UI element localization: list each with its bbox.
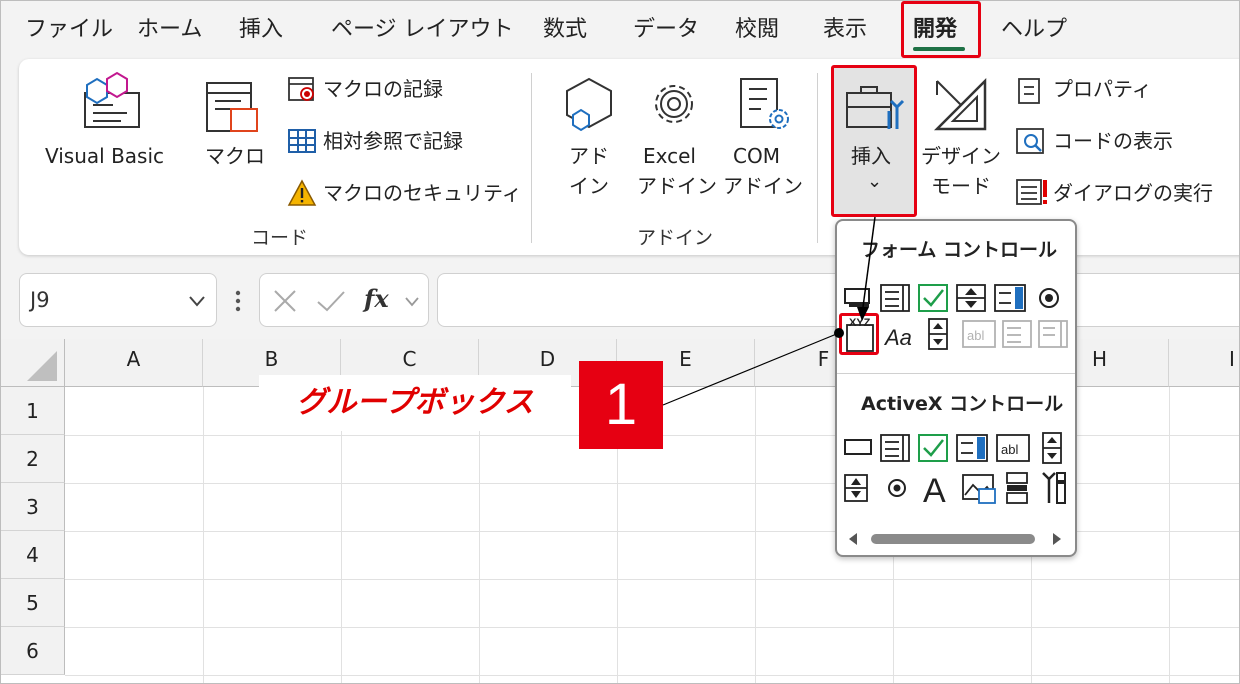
annotation-connectors	[662, 216, 876, 406]
excel-window: ファイル ホーム 挿入 ページ レイアウト 数式 データ 校閲 表示 開発 ヘル…	[0, 0, 1240, 684]
